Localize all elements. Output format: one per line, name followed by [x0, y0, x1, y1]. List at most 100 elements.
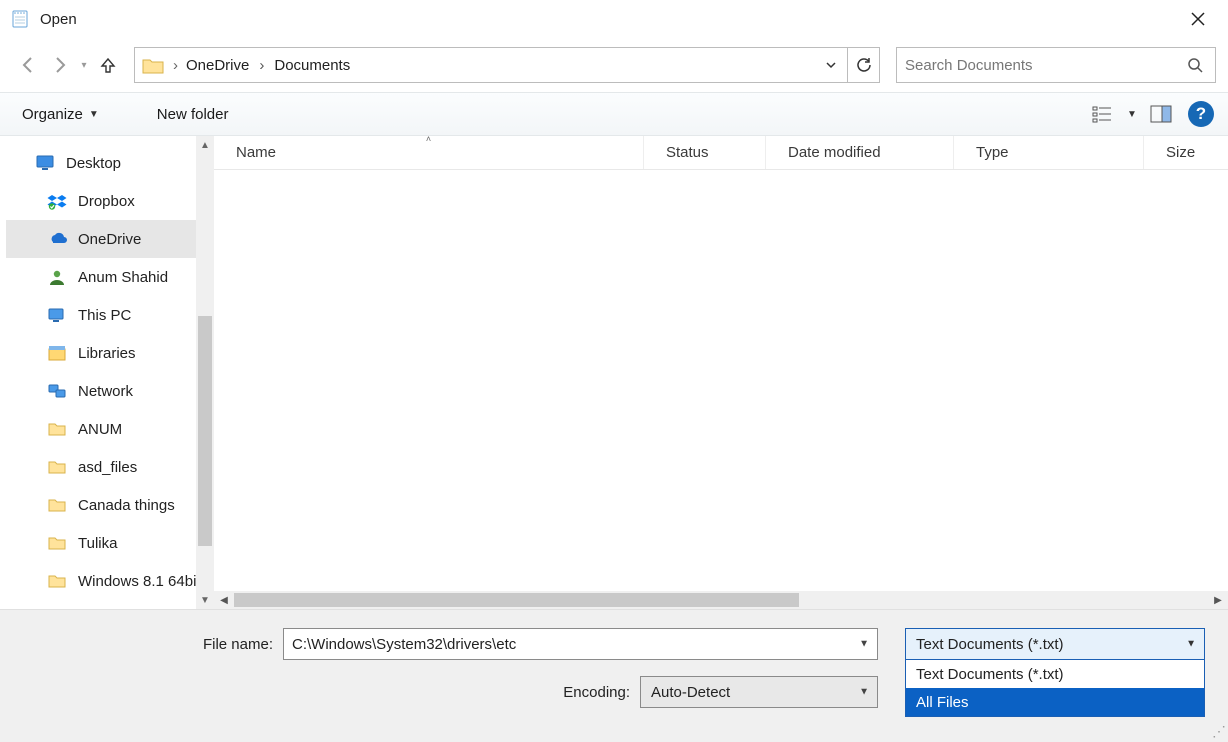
- scroll-right-icon[interactable]: ▶: [1208, 591, 1228, 609]
- encoding-label: Encoding:: [0, 684, 640, 701]
- preview-pane-button[interactable]: [1144, 100, 1178, 128]
- sidebar-item-asd-files[interactable]: asd_files: [6, 448, 214, 486]
- nav-row: ▾ › OneDrive › Documents: [0, 38, 1228, 92]
- scroll-left-icon[interactable]: ◀: [214, 591, 234, 609]
- sidebar-item-label: Windows 8.1 64bit: [78, 573, 201, 590]
- history-dropdown[interactable]: ▾: [76, 60, 92, 71]
- file-name-value: C:\Windows\System32\drivers\etc: [292, 636, 516, 653]
- search-input[interactable]: [905, 57, 1183, 74]
- horizontal-scrollbar[interactable]: ◀ ▶: [214, 591, 1228, 609]
- sidebar-item-anum-shahid[interactable]: Anum Shahid: [6, 258, 214, 296]
- address-dropdown[interactable]: [815, 48, 847, 82]
- sidebar-item-onedrive[interactable]: OneDrive: [6, 220, 214, 258]
- folder-icon: [46, 570, 68, 592]
- address-bar[interactable]: › OneDrive › Documents: [134, 47, 880, 83]
- breadcrumb-seg[interactable]: Documents: [270, 57, 354, 74]
- forward-button[interactable]: [44, 49, 76, 81]
- sidebar-item-this-pc[interactable]: This PC: [6, 296, 214, 334]
- toolbar: Organize ▼ New folder ▼ ?: [0, 92, 1228, 136]
- sidebar-item-anum[interactable]: ANUM: [6, 410, 214, 448]
- desktop-icon: [34, 152, 56, 174]
- sidebar-item-dropbox[interactable]: Dropbox: [6, 182, 214, 220]
- onedrive-icon: [46, 228, 68, 250]
- resize-grip: ⋰: [1212, 726, 1226, 740]
- sidebar-item-label: asd_files: [78, 459, 137, 476]
- sidebar-item-network[interactable]: Network: [6, 372, 214, 410]
- file-type-filter[interactable]: Text Documents (*.txt) ▼ Text Documents …: [905, 628, 1205, 717]
- back-button[interactable]: [12, 49, 44, 81]
- close-button[interactable]: [1178, 4, 1218, 34]
- new-folder-button[interactable]: New folder: [149, 102, 237, 127]
- sidebar: Desktop Dropbox OneDrive Anum Shahid This PC…: [0, 136, 214, 609]
- view-dropdown[interactable]: ▼: [1124, 100, 1140, 128]
- scroll-up-icon[interactable]: ▲: [196, 136, 214, 154]
- chevron-right-icon: ›: [169, 57, 182, 74]
- file-name-input[interactable]: C:\Windows\System32\drivers\etc ▼: [283, 628, 878, 660]
- refresh-button[interactable]: [847, 48, 879, 82]
- location-folder-icon[interactable]: [137, 48, 169, 82]
- file-name-label: File name:: [0, 636, 283, 653]
- sidebar-item-label: Canada things: [78, 497, 175, 514]
- sidebar-item-tulika[interactable]: Tulika: [6, 524, 214, 562]
- chevron-down-icon[interactable]: ▼: [859, 639, 869, 650]
- breadcrumb[interactable]: OneDrive › Documents: [182, 48, 815, 82]
- breadcrumb-seg[interactable]: OneDrive: [182, 57, 253, 74]
- scrollbar-thumb[interactable]: [234, 593, 799, 607]
- organize-button[interactable]: Organize ▼: [14, 102, 107, 127]
- sidebar-item-label: Desktop: [66, 155, 121, 172]
- folder-icon: [46, 494, 68, 516]
- chevron-down-icon: ▼: [89, 109, 99, 120]
- sidebar-item-label: This PC: [78, 307, 131, 324]
- sidebar-item-label: Network: [78, 383, 133, 400]
- sidebar-scrollbar[interactable]: ▲ ▼: [196, 136, 214, 609]
- file-type-option[interactable]: Text Documents (*.txt): [906, 660, 1204, 688]
- sidebar-item-label: Tulika: [78, 535, 117, 552]
- libraries-icon: [46, 342, 68, 364]
- chevron-down-icon: ▼: [1186, 639, 1196, 650]
- view-details-button[interactable]: [1086, 100, 1120, 128]
- folder-icon: [46, 418, 68, 440]
- encoding-value: Auto-Detect: [651, 684, 730, 701]
- content-area: Desktop Dropbox OneDrive Anum Shahid This PC…: [0, 136, 1228, 610]
- sidebar-item-libraries[interactable]: Libraries: [6, 334, 214, 372]
- column-size[interactable]: Size: [1144, 136, 1228, 169]
- pc-icon: [46, 304, 68, 326]
- title-bar: Open: [0, 0, 1228, 38]
- column-headers: ˄ Name Status Date modified Type Size: [214, 136, 1228, 170]
- file-type-filter-list[interactable]: Text Documents (*.txt)All Files: [905, 660, 1205, 717]
- chevron-down-icon: ▼: [859, 687, 869, 698]
- column-status[interactable]: Status: [644, 136, 766, 169]
- file-list-body[interactable]: [214, 170, 1228, 591]
- scroll-down-icon[interactable]: ▼: [196, 591, 214, 609]
- file-type-filter-selected[interactable]: Text Documents (*.txt) ▼: [905, 628, 1205, 660]
- folder-icon: [46, 456, 68, 478]
- window-title: Open: [40, 11, 77, 28]
- search-box[interactable]: [896, 47, 1216, 83]
- column-name[interactable]: ˄ Name: [214, 136, 644, 169]
- column-type[interactable]: Type: [954, 136, 1144, 169]
- bottom-panel: File name: C:\Windows\System32\drivers\e…: [0, 610, 1228, 742]
- sidebar-item-label: ANUM: [78, 421, 122, 438]
- encoding-select[interactable]: Auto-Detect ▼: [640, 676, 878, 708]
- chevron-right-icon: ›: [253, 57, 270, 74]
- user-icon: [46, 266, 68, 288]
- scrollbar-thumb[interactable]: [198, 316, 212, 546]
- file-list: ˄ Name Status Date modified Type Size ◀ …: [214, 136, 1228, 609]
- notepad-icon: [10, 9, 30, 29]
- sidebar-item-desktop[interactable]: Desktop: [6, 144, 214, 182]
- sidebar-item-label: OneDrive: [78, 231, 141, 248]
- sidebar-item-label: Libraries: [78, 345, 136, 362]
- sidebar-item-canada-things[interactable]: Canada things: [6, 486, 214, 524]
- dropbox-icon: [46, 190, 68, 212]
- sidebar-item-label: Dropbox: [78, 193, 135, 210]
- sort-ascending-icon: ˄: [426, 134, 431, 144]
- folder-icon: [46, 532, 68, 554]
- network-icon: [46, 380, 68, 402]
- file-type-option[interactable]: All Files: [906, 688, 1204, 716]
- help-button[interactable]: ?: [1188, 101, 1214, 127]
- up-button[interactable]: [92, 49, 124, 81]
- search-icon[interactable]: [1183, 57, 1207, 73]
- sidebar-item-label: Anum Shahid: [78, 269, 168, 286]
- column-date-modified[interactable]: Date modified: [766, 136, 954, 169]
- sidebar-item-windows-8-1-64bit[interactable]: Windows 8.1 64bit: [6, 562, 214, 600]
